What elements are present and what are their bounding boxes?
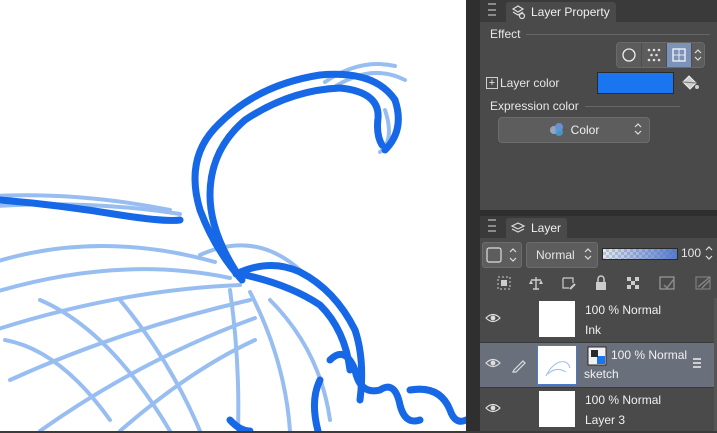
halftone-icon [647,48,661,62]
layer-list: 100 % Normal Ink 100 % Normal sketch 100… [480,298,717,433]
layer-opacity-mode: 100 % Normal [585,303,662,317]
mask-enable-icon[interactable] [658,275,678,291]
layer-opacity-mode: 100 % Normal [611,348,688,362]
effect-tone-button[interactable] [642,43,667,67]
layer-type-select[interactable] [482,242,522,268]
effect-more-button[interactable] [692,43,704,67]
layer-panel: Layer Normal 100 100 % Normal Ink 100 % … [480,216,717,433]
layer-row-ink[interactable]: 100 % Normal Ink [480,298,717,343]
chevron-up-down-icon [633,121,643,140]
layer-action-icons [496,274,714,292]
layer-row-sketch[interactable]: 100 % Normal sketch [480,343,717,388]
layer-name: Layer 3 [585,413,626,427]
layer-color-icon [672,48,686,62]
lock-icon[interactable] [593,275,609,291]
pen-icon [511,357,527,376]
panel-grip-icon[interactable] [488,219,496,232]
layer-thumbnail [539,301,575,337]
eye-icon[interactable] [485,357,501,372]
layer-name: Ink [585,323,602,337]
blend-mode-select[interactable]: Normal [526,242,598,268]
eye-icon[interactable] [485,402,501,417]
tab-layer-label: Layer [531,221,562,235]
layer-color-badge-icon [587,346,607,369]
chevron-up-down-icon [705,246,713,260]
effect-divider [526,33,710,35]
layer-color-label: Layer color [500,76,560,90]
effect-layer-color-button[interactable] [667,43,692,67]
layers-icon [510,220,526,236]
drawing-canvas[interactable] [0,0,466,431]
expression-color-label: Expression color [490,99,579,113]
lock-transparent-icon[interactable] [625,275,641,291]
chevron-up-down-icon [584,248,592,260]
layer-property-panel: Layer Property Effect + Layer color Expr… [480,0,717,210]
opacity-slider[interactable] [602,248,678,260]
expression-color-value: Color [570,123,600,137]
blend-mode-value: Normal [536,248,575,262]
expression-color-select[interactable]: Color [498,117,650,143]
square-icon [486,247,517,263]
tab-layer-property-label: Layer Property [531,5,610,19]
layer-property-tabbar: Layer Property [480,0,717,22]
layer-opacity-mode: 100 % Normal [585,393,662,407]
opacity-value[interactable]: 100 [681,246,701,260]
tab-layer-property[interactable]: Layer Property [506,2,616,22]
opacity-stepper[interactable] [703,242,715,267]
chevron-up-down-icon [694,49,702,61]
paint-bucket-icon[interactable] [680,73,700,94]
effect-buttons [616,42,705,68]
eye-icon[interactable] [485,312,501,327]
panel-grip-icon[interactable] [488,3,496,16]
tab-layer[interactable]: Layer [506,218,568,238]
layer-color-swatch[interactable] [597,72,674,94]
clip-layer-icon[interactable] [496,275,512,291]
expression-color-section: Expression color [490,99,680,113]
hamburger-menu-icon[interactable] [693,358,701,370]
layer-name: sketch [584,367,619,381]
canvas-artwork [0,62,466,431]
effect-border-button[interactable] [617,43,642,67]
panel-divider[interactable] [466,0,480,431]
reference-layer-icon[interactable] [528,275,544,291]
color-dots-icon [549,122,565,139]
layer-property-icon [510,4,526,20]
effect-label: Effect [490,27,521,41]
layer-thumbnail [537,345,577,385]
layer-tabbar: Layer [480,216,717,238]
draft-layer-icon[interactable] [561,275,577,291]
layer-thumbnail [539,391,575,427]
effect-section: Effect [490,27,710,41]
mask-apply-icon[interactable] [694,275,714,291]
layer-color-expand-toggle[interactable]: + [486,77,498,89]
layer-row-layer-3[interactable]: 100 % Normal Layer 3 [480,388,717,433]
expression-color-divider [584,105,680,107]
circle-outline-icon [622,48,636,62]
